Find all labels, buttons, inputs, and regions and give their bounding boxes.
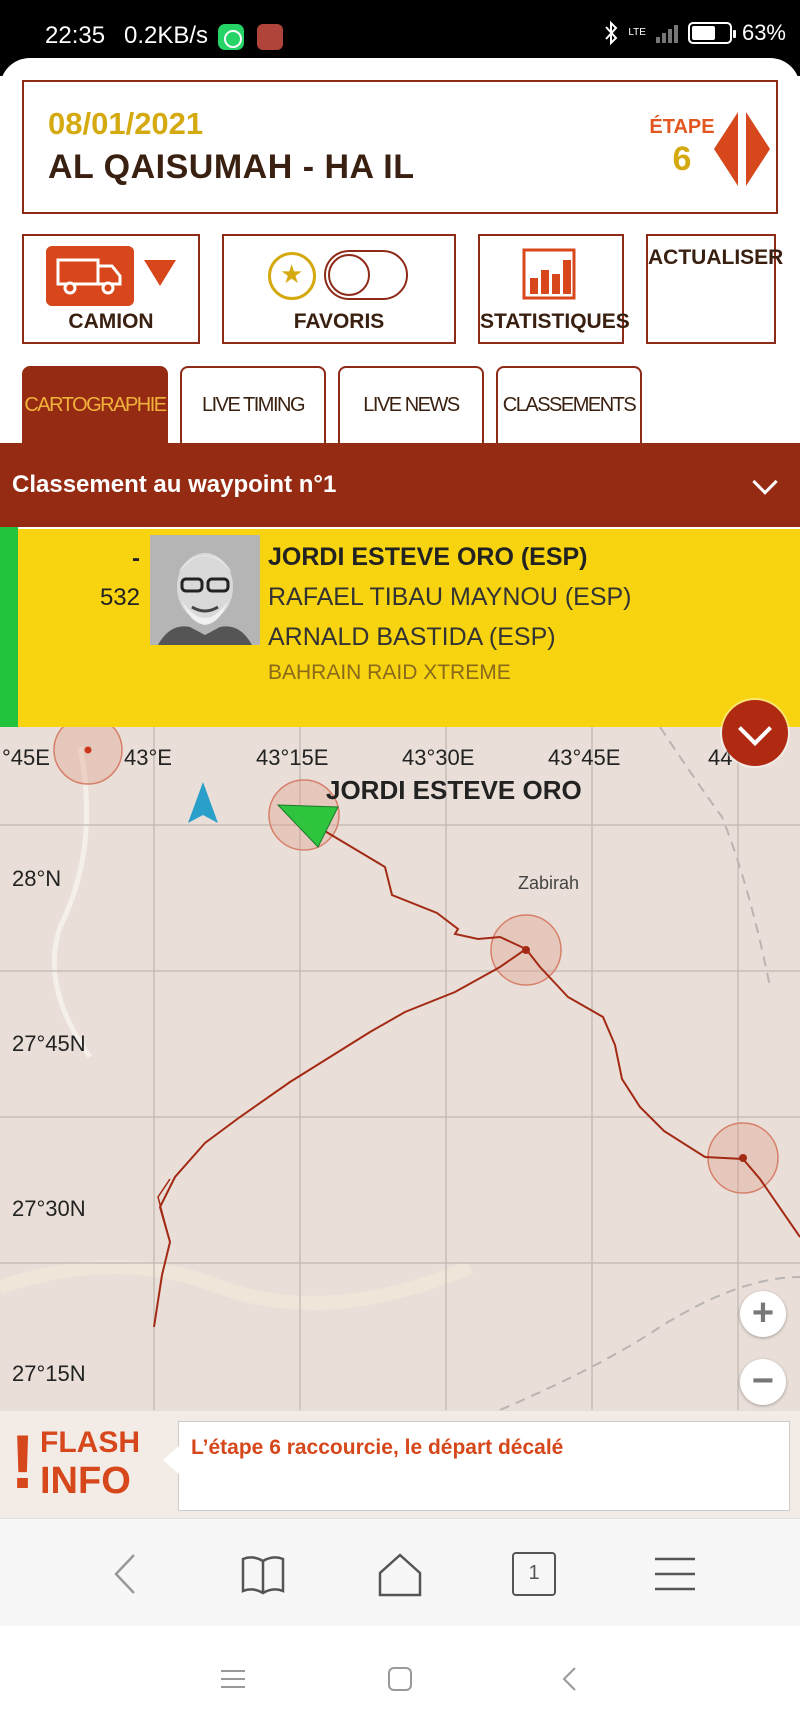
driver-card[interactable]: - 532 JORDI ESTEVE ORO (ESP) RAFAEL TIBA… — [0, 527, 800, 727]
bluetooth-icon — [605, 20, 618, 46]
etape-label: ÉTAPE — [649, 116, 715, 138]
favoris-toggle[interactable] — [324, 250, 408, 300]
home-icon[interactable] — [375, 1549, 425, 1599]
waypoint-title: Classement au waypoint n°1 — [12, 471, 337, 498]
map-driver-label: JORDI ESTEVE ORO — [326, 775, 582, 805]
lte-label: LTE — [628, 27, 646, 38]
flash-exclamation: ! — [10, 1420, 36, 1505]
driver-team: BAHRAIN RAID XTREME — [268, 661, 511, 684]
statistiques-label: STATISTIQUES — [480, 310, 630, 333]
battery-percent: 63% — [741, 20, 786, 45]
flash-message: L’étape 6 raccourcie, le départ décalé — [191, 1436, 564, 1459]
dakar-app-icon — [257, 24, 283, 50]
zoom-out-button[interactable]: − — [740, 1359, 786, 1405]
truck-icon — [46, 246, 134, 306]
driver-rank: - — [132, 545, 140, 572]
lat-label: 27°45N — [12, 1031, 86, 1056]
favoris-button[interactable]: FAVORIS — [222, 234, 456, 344]
favoris-label: FAVORIS — [293, 310, 385, 333]
recent-apps-icon[interactable] — [218, 1664, 248, 1694]
menu-icon[interactable] — [650, 1549, 700, 1599]
lon-label: 43°45E — [548, 745, 621, 770]
lat-label: 27°30N — [12, 1196, 86, 1221]
info-word: INFO — [40, 1460, 131, 1502]
north-arrow-icon — [188, 782, 218, 823]
collapse-panel-button[interactable] — [722, 700, 788, 766]
tabs-count-button[interactable]: 1 — [512, 1552, 556, 1596]
map-city-label: Zabirah — [518, 873, 580, 893]
driver-photo — [150, 535, 260, 645]
tab-live-timing[interactable]: LIVE TIMING — [180, 366, 326, 444]
lon-label: 43°30E — [402, 745, 475, 770]
actualiser-button[interactable]: ACTUALISER — [646, 234, 784, 344]
stage-card: 08/01/2021 AL QAISUMAH - HA IL ÉTAPE 6 — [22, 80, 778, 214]
toggle-knob — [328, 254, 370, 296]
flash-word: FLASH — [40, 1426, 140, 1459]
whatsapp-icon — [218, 24, 244, 50]
lat-label: 28°N — [12, 866, 62, 891]
map-canvas — [0, 727, 800, 1410]
chevron-down-icon[interactable] — [144, 260, 176, 286]
map[interactable]: °45E 43°E 43°15E 43°30E 43°45E 44 28°N 2… — [0, 727, 800, 1410]
status-time: 22:35 — [45, 22, 106, 49]
home-button-icon[interactable] — [385, 1664, 415, 1694]
lon-label: 43°E — [124, 745, 172, 770]
driver-copilot: RAFAEL TIBAU MAYNOU (ESP) — [268, 583, 632, 611]
statistiques-button[interactable]: STATISTIQUES — [478, 234, 630, 344]
next-stage-arrow-icon[interactable] — [746, 112, 770, 186]
chevron-down-icon[interactable] — [752, 469, 778, 495]
waypoint-dropdown[interactable]: Classement au waypoint n°1 — [0, 443, 800, 527]
bar-chart-icon — [522, 248, 576, 300]
etape-number: 6 — [672, 140, 692, 178]
lat-label: 27°15N — [12, 1361, 86, 1386]
driver-mechanic: ARNALD BASTIDA (ESP) — [268, 623, 556, 651]
signal-icon — [655, 23, 678, 43]
divider — [0, 527, 800, 529]
status-right: LTE 63% — [604, 20, 786, 46]
system-navigation-bar — [0, 1626, 800, 1733]
zoom-in-button[interactable]: + — [740, 1291, 786, 1337]
flash-message-box[interactable]: L’étape 6 raccourcie, le départ décalé — [163, 1421, 790, 1511]
lon-label: °45E — [2, 745, 50, 770]
stage-name: AL QAISUMAH - HA IL — [48, 148, 415, 186]
status-network-speed: 0.2KB/s — [124, 22, 209, 49]
battery-icon — [687, 22, 736, 44]
back-icon[interactable] — [100, 1549, 150, 1599]
tab-cartographie[interactable]: CARTOGRAPHIE — [22, 366, 168, 444]
tab-live-news[interactable]: LIVE NEWS — [338, 366, 484, 444]
browser-toolbar: 1 — [0, 1518, 800, 1626]
camion-label: CAMION — [68, 310, 154, 333]
actualiser-label: ACTUALISER — [648, 246, 784, 269]
bookmarks-icon[interactable] — [238, 1549, 288, 1599]
driver-number: 532 — [99, 584, 140, 611]
previous-stage-arrow-icon[interactable] — [714, 112, 738, 186]
vehicle-category-button[interactable]: CAMION — [22, 234, 200, 344]
stage-date: 08/01/2021 — [48, 106, 204, 141]
flash-info-banner[interactable]: ! FLASH INFO L’étape 6 raccourcie, le dé… — [0, 1410, 800, 1518]
lon-label: 43°15E — [256, 745, 329, 770]
status-strip — [0, 527, 18, 727]
system-back-icon[interactable] — [555, 1664, 585, 1694]
driver-pilot: JORDI ESTEVE ORO (ESP) — [268, 543, 588, 571]
tab-classements[interactable]: CLASSEMENTS — [496, 366, 642, 444]
screen: 22:35 0.2KB/s LTE 63% 08/01/2021 AL QAIS… — [0, 0, 800, 1733]
star-icon — [268, 252, 316, 300]
